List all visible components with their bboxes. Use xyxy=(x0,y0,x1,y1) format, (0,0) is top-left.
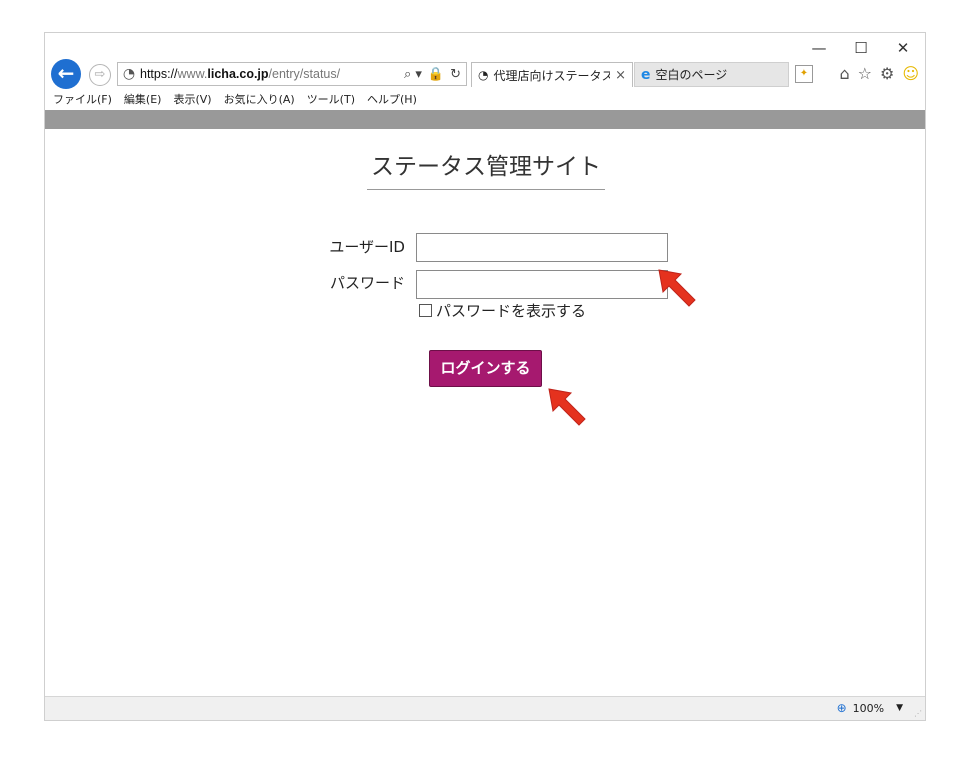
menu-view[interactable]: 表示(V) xyxy=(173,91,211,107)
resize-grip-icon[interactable]: ⋰ xyxy=(914,709,922,718)
close-window-button[interactable]: ✕ xyxy=(895,39,911,57)
address-tools: ⌕ ▾ 🔒 ↻ xyxy=(404,67,466,82)
home-icon[interactable]: ⌂ xyxy=(839,64,849,83)
checkbox-box[interactable] xyxy=(419,304,432,317)
smiley-feedback-icon[interactable]: ☺ xyxy=(902,64,919,83)
show-password-checkbox[interactable]: パスワードを表示する xyxy=(419,300,586,321)
tab-status-site[interactable]: ◔ 代理店向けステータス... × xyxy=(471,62,633,87)
window-controls: — ☐ ✕ xyxy=(811,39,911,57)
tab-blank-page[interactable]: e 空白のページ xyxy=(634,62,789,87)
ie-icon: e xyxy=(641,66,651,83)
menu-edit[interactable]: 編集(E) xyxy=(124,91,162,107)
page-header-band xyxy=(45,110,925,129)
annotation-arrow-icon xyxy=(548,388,586,426)
page-title: ステータス管理サイト xyxy=(367,147,605,190)
favorites-star-icon[interactable]: ☆ xyxy=(858,64,872,83)
back-button[interactable]: ← xyxy=(51,59,81,89)
chevron-down-icon[interactable]: ▼ xyxy=(896,703,903,713)
address-bar[interactable]: ◔ https://www.licha.co.jp/entry/status/ … xyxy=(117,62,467,86)
minimize-button[interactable]: — xyxy=(811,39,827,57)
settings-gear-icon[interactable]: ⚙ xyxy=(880,64,894,83)
password-input[interactable] xyxy=(416,270,668,299)
lock-icon[interactable]: 🔒 xyxy=(428,67,444,82)
forward-button[interactable]: ⇨ xyxy=(89,64,111,86)
menu-favorites[interactable]: お気に入り(A) xyxy=(224,91,295,107)
zoom-magnifier-icon: ⊕ xyxy=(836,701,847,715)
menu-bar: ファイル(F) 編集(E) 表示(V) お気に入り(A) ツール(T) ヘルプ(… xyxy=(53,91,417,107)
password-label: パスワード xyxy=(329,274,405,292)
annotation-arrow-icon xyxy=(658,269,696,307)
menu-tools[interactable]: ツール(T) xyxy=(307,91,355,107)
user-id-label: ユーザーID xyxy=(329,238,405,256)
address-url[interactable]: https://www.licha.co.jp/entry/status/ xyxy=(140,67,404,81)
new-tab-button[interactable]: ✦ xyxy=(795,65,813,83)
menu-file[interactable]: ファイル(F) xyxy=(53,91,112,107)
login-button[interactable]: ログインする xyxy=(429,350,542,387)
tab-label: 代理店向けステータス... xyxy=(493,68,610,83)
status-bar: ⊕ 100% ▼ ⋰ xyxy=(45,696,925,720)
site-icon: ◔ xyxy=(122,66,136,82)
browser-window: — ☐ ✕ ← ⇨ ◔ https://www.licha.co.jp/entr… xyxy=(44,32,926,721)
page-content: ステータス管理サイト ユーザーID パスワード パスワードを表示する ログインす… xyxy=(45,129,925,696)
user-id-input[interactable] xyxy=(416,233,668,262)
navigation-bar: ← ⇨ ◔ https://www.licha.co.jp/entry/stat… xyxy=(45,59,925,89)
show-password-label: パスワードを表示する xyxy=(436,302,587,320)
search-icon[interactable]: ⌕ ▾ xyxy=(404,67,422,82)
toolbar-icons: ⌂ ☆ ⚙ ☺ xyxy=(839,64,919,83)
zoom-level: 100% xyxy=(852,701,885,715)
refresh-icon[interactable]: ↻ xyxy=(450,67,461,82)
close-tab-icon[interactable]: × xyxy=(615,68,626,83)
site-icon: ◔ xyxy=(478,68,489,82)
maximize-button[interactable]: ☐ xyxy=(853,39,869,57)
zoom-control[interactable]: ⊕ 100% ▼ xyxy=(837,701,903,715)
tab-label: 空白のページ xyxy=(655,68,728,82)
menu-help[interactable]: ヘルプ(H) xyxy=(367,91,417,107)
